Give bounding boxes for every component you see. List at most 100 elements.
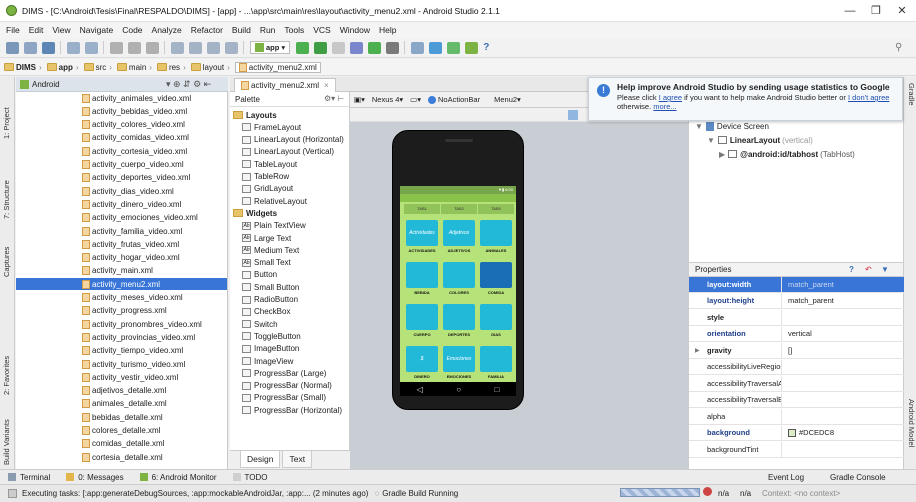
minimize-button[interactable]: — <box>836 2 864 20</box>
property-row[interactable]: layout:height match_parent <box>689 293 904 309</box>
project-file-item[interactable]: activity_colores_video.xml <box>82 119 227 131</box>
project-structure-icon[interactable] <box>411 41 425 54</box>
project-file-item[interactable]: adjetivos_detalle.xml <box>82 385 227 397</box>
palette-item[interactable]: LinearLayout (Horizontal) <box>242 134 344 146</box>
properties-restore-icon[interactable]: ↶ <box>865 265 872 274</box>
project-file-item[interactable]: activity_bebidas_video.xml <box>82 105 227 117</box>
palette-item[interactable]: ProgressBar (Normal) <box>242 380 332 392</box>
palette-settings-icon[interactable]: ⚙▾ ⊢ <box>324 94 344 103</box>
project-file-item[interactable]: activity_comidas_video.xml <box>82 132 227 144</box>
captures-tool-tab[interactable]: Captures <box>2 247 11 277</box>
palette-item[interactable]: Ab Plain TextView <box>242 220 306 232</box>
theme-select[interactable]: NoActionBar <box>428 95 487 104</box>
todo-tool-tab[interactable]: TODO <box>232 473 268 482</box>
forward-icon[interactable] <box>225 41 238 54</box>
device-select[interactable]: Nexus 4▾ <box>372 95 403 104</box>
phone-menu-tile[interactable] <box>480 346 512 372</box>
favorites-tool-tab[interactable]: 2: Favorites <box>2 356 11 395</box>
phone-menu-tile[interactable] <box>406 262 438 288</box>
agree-link[interactable]: I agree <box>659 93 682 102</box>
phone-back-icon[interactable]: ◁ <box>417 385 423 394</box>
palette-item[interactable]: Switch <box>242 318 278 330</box>
breadcrumb-layout[interactable]: layout › <box>190 63 233 72</box>
structure-tool-tab[interactable]: 7: Structure <box>2 180 11 219</box>
property-row[interactable]: backgroundTint <box>689 442 904 458</box>
copy-icon[interactable] <box>128 41 141 54</box>
phone-menu-tile[interactable] <box>480 262 512 288</box>
project-file-item[interactable]: activity_cortesia_video.xml <box>82 145 227 157</box>
sync-icon[interactable] <box>42 41 55 54</box>
find-icon[interactable] <box>171 41 184 54</box>
palette-item[interactable]: GridLayout <box>242 183 293 195</box>
project-panel-tools[interactable]: ▾ ⊕ ⇵ ⚙ ⇤ <box>166 79 211 90</box>
terminal-tool-tab[interactable]: Terminal <box>8 473 50 482</box>
property-row[interactable]: gravity [] ▶ <box>689 343 904 359</box>
gradle-tool-tab[interactable]: Gradle <box>907 83 916 106</box>
property-row[interactable]: accessibilityTraversalBefc <box>689 392 904 408</box>
phone-tab-3[interactable]: TAB3 <box>478 204 514 214</box>
background-progress-bar[interactable] <box>620 488 700 497</box>
phone-menu-tile[interactable] <box>480 220 512 246</box>
project-file-item[interactable]: activity_cuerpo_video.xml <box>82 159 227 171</box>
phone-menu-tile[interactable]: $ <box>406 346 438 372</box>
gradle-sync-icon[interactable] <box>368 41 382 54</box>
property-row[interactable]: background #DCEDC8 <box>689 425 904 441</box>
project-file-item[interactable]: activity_frutas_video.xml <box>82 238 227 250</box>
undo-icon[interactable] <box>67 41 80 54</box>
expand-arrow-icon[interactable]: ▶ <box>695 347 700 354</box>
more-link[interactable]: more... <box>653 102 676 111</box>
menu-build[interactable]: Build <box>232 25 251 35</box>
menu-edit[interactable]: Edit <box>29 25 44 35</box>
close-button[interactable]: ✕ <box>888 2 916 20</box>
project-file-item[interactable]: activity_animales_video.xml <box>82 92 227 104</box>
redo-icon[interactable] <box>85 41 98 54</box>
project-view-select[interactable]: Android <box>32 80 60 89</box>
property-value[interactable]: [] <box>781 343 904 358</box>
property-value[interactable]: #DCEDC8 <box>781 425 904 440</box>
palette-category-layouts[interactable]: Layouts <box>233 109 277 121</box>
palette-item[interactable]: ImageButton <box>242 343 299 355</box>
orientation-icon[interactable]: ▭▾ <box>410 95 421 104</box>
android-model-tool-tab[interactable]: Android Model <box>907 399 916 447</box>
project-file-item[interactable]: activity_provincias_video.xml <box>82 331 227 343</box>
project-file-item[interactable]: activity_vestir_video.xml <box>82 371 227 383</box>
palette-item[interactable]: Button <box>242 269 277 281</box>
palette-item[interactable]: ProgressBar (Horizontal) <box>242 404 342 416</box>
replace-icon[interactable] <box>189 41 202 54</box>
property-value[interactable]: match_parent <box>781 277 904 292</box>
project-file-item[interactable]: activity_pronombres_video.xml <box>82 318 227 330</box>
phone-menu-tile[interactable] <box>406 304 438 330</box>
tab-design[interactable]: Design <box>240 451 281 468</box>
menu-analyze[interactable]: Analyze <box>152 25 182 35</box>
palette-item[interactable]: RelativeLayout <box>242 195 307 207</box>
sdk-manager-icon[interactable] <box>447 41 461 54</box>
paste-icon[interactable] <box>146 41 159 54</box>
menu-view[interactable]: View <box>52 25 70 35</box>
stop-icon[interactable] <box>386 41 400 54</box>
project-file-item[interactable]: activity_menu2.xml <box>16 278 227 291</box>
palette-item[interactable]: Small Button <box>242 281 299 293</box>
design-surface-icon[interactable]: ▣▾ <box>354 95 365 104</box>
menu-file[interactable]: File <box>6 25 20 35</box>
project-file-item[interactable]: activity_progress.xml <box>82 305 227 317</box>
back-icon[interactable] <box>207 41 220 54</box>
phone-menu-tile[interactable] <box>443 304 475 330</box>
project-file-item[interactable]: activity_turismo_video.xml <box>82 358 227 370</box>
properties-filter-icon[interactable]: ▼ <box>881 265 889 274</box>
property-value[interactable] <box>781 409 904 424</box>
property-value[interactable] <box>781 359 904 374</box>
palette-item[interactable]: CheckBox <box>242 306 290 318</box>
palette-category-widgets[interactable]: Widgets <box>233 207 277 219</box>
property-row[interactable]: accessibilityTraversalAfte <box>689 376 904 392</box>
property-value[interactable] <box>781 392 904 407</box>
palette-item[interactable]: FrameLayout <box>242 121 301 133</box>
dont-agree-link[interactable]: I don't agree <box>848 93 889 102</box>
palette-item[interactable]: ProgressBar (Small) <box>242 392 326 404</box>
profiler-icon[interactable] <box>350 41 364 54</box>
save-icon[interactable] <box>24 41 37 54</box>
breadcrumb-res[interactable]: res › <box>156 63 189 72</box>
phone-menu-tile[interactable]: Emociones <box>443 346 475 372</box>
project-file-item[interactable]: activity_tiempo_video.xml <box>82 345 227 357</box>
cut-icon[interactable] <box>110 41 123 54</box>
status-toggle-icon[interactable] <box>8 489 17 498</box>
